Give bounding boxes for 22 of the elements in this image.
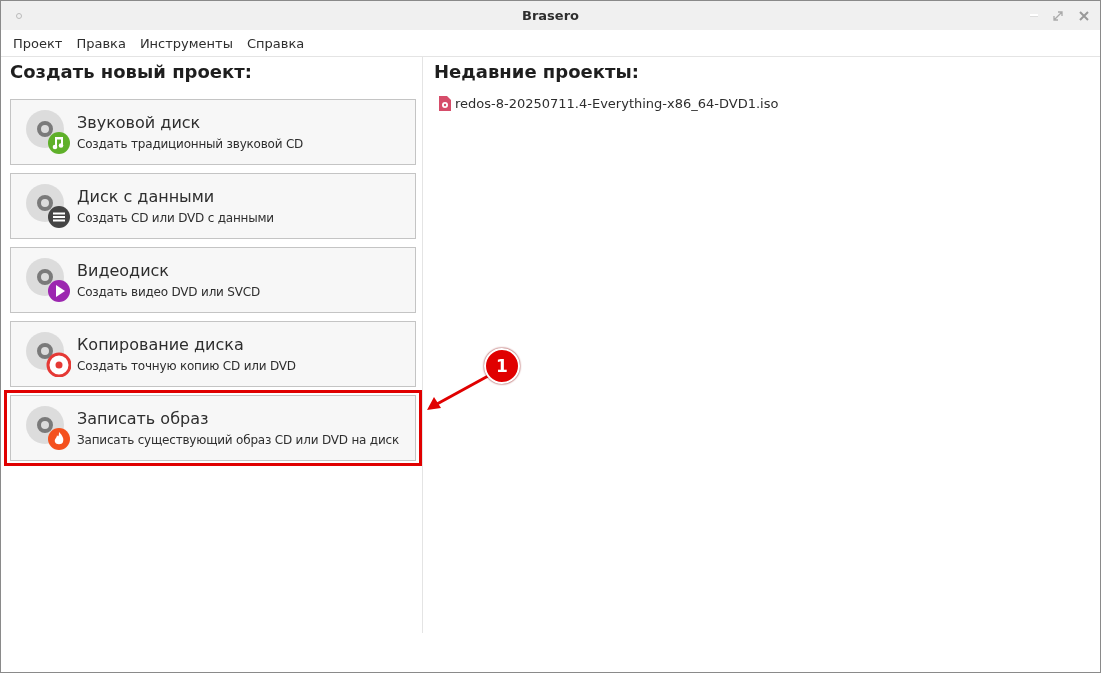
project-type-button[interactable]: Звуковой диск Создать традиционный звуковой CD bbox=[10, 99, 416, 165]
disc-image-icon bbox=[25, 405, 71, 451]
section-heading: Недавние проекты: bbox=[433, 61, 640, 82]
disc-image-file-icon bbox=[439, 96, 451, 111]
menu-item[interactable]: Проект bbox=[6, 35, 70, 51]
menu-item[interactable]: Правка bbox=[69, 35, 133, 51]
disc-audio-icon bbox=[25, 109, 71, 155]
project-type-button[interactable]: Копирование диска Создать точную копию CD или DVD bbox=[10, 321, 416, 387]
disc-video-icon bbox=[25, 257, 71, 303]
window-title: Brasero bbox=[522, 8, 579, 23]
menu-item[interactable]: Справка bbox=[239, 35, 312, 51]
project-type-button[interactable]: Диск с данными Создать CD или DVD с данными bbox=[10, 173, 416, 239]
menu-item[interactable]: Инструменты bbox=[132, 35, 240, 51]
disc-copy-icon bbox=[25, 331, 71, 377]
close-icon[interactable] bbox=[1078, 9, 1090, 22]
project-type-button[interactable]: Записать образ Записать существующий образ CD или DVD на диск bbox=[10, 395, 416, 461]
recent-file-link[interactable]: redos-8-20250711.4-Everything-x86_64-DVD1.iso bbox=[455, 96, 779, 111]
project-type-button[interactable]: Видеодиск Создать видео DVD или SVCD bbox=[10, 247, 416, 313]
maximize-icon[interactable] bbox=[1052, 9, 1064, 22]
disc-data-icon bbox=[25, 183, 71, 229]
callout-number: 1 bbox=[484, 348, 520, 384]
section-heading: Создать новый проект: bbox=[9, 61, 253, 82]
